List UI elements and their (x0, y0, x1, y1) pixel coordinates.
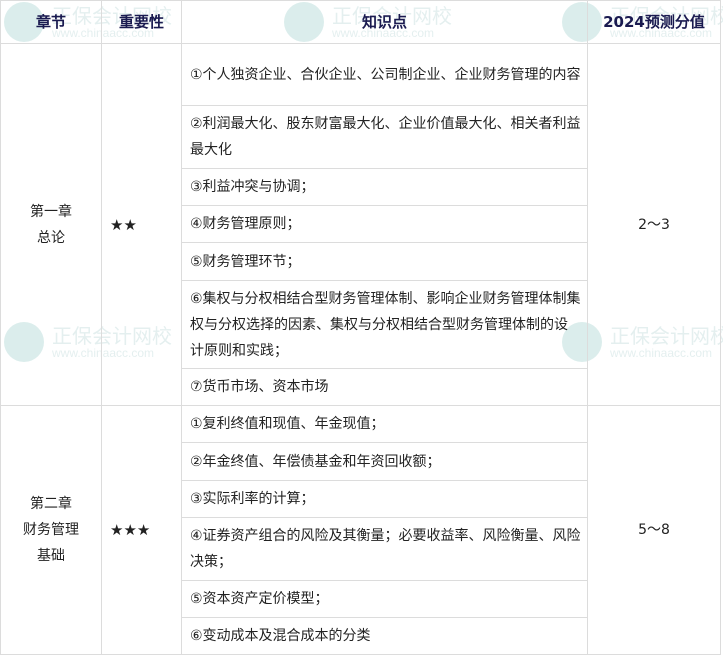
chapter-name-line: 第一章 (30, 203, 72, 220)
chapter-name-line: 财务管理 (23, 522, 79, 538)
knowledge-point: ⑥集权与分权相结合型财务管理体制、影响企业财务管理体制集权与分权选择的因素、集权… (181, 280, 588, 369)
knowledge-point: ①复利终值和现值、年金现值； (181, 405, 588, 443)
knowledge-point: ⑤资本资产定价模型； (181, 580, 588, 618)
knowledge-point: ②利润最大化、股东财富最大化、企业价值最大化、相关者利益最大化 (181, 105, 588, 169)
predicted-score: 2～3 (587, 43, 721, 406)
knowledge-point: ①个人独资企业、合伙企业、公司制企业、企业财务管理的内容 (181, 43, 588, 106)
table-row: 第一章 总论 ★★ ①个人独资企业、合伙企业、公司制企业、企业财务管理的内容 2～3 (0, 43, 721, 406)
knowledge-point: ⑤财务管理环节； (181, 242, 588, 281)
knowledge-point: ④财务管理原则； (181, 205, 588, 243)
table-row: 第二章 财务管理 基础 ★★★ ①复利终值和现值、年金现值； 5～8 (0, 405, 721, 655)
syllabus-table: 章节 重要性 知识点 2024预测分值 第一章 总论 ★★ ①个人独资企业、合伙企业、… (0, 0, 721, 655)
chapter-name-line: 总论 (37, 229, 65, 246)
header-importance: 重要性 (101, 0, 182, 44)
knowledge-point: ③实际利率的计算； (181, 480, 588, 518)
predicted-score: 5～8 (587, 405, 721, 655)
header-row: 章节 重要性 知识点 2024预测分值 (0, 0, 721, 44)
knowledge-point: ③利益冲突与协调； (181, 168, 588, 206)
header-knowledge: 知识点 (181, 0, 588, 44)
chapter-name: 第二章 财务管理 基础 (0, 405, 102, 655)
knowledge-point: ⑦货币市场、资本市场 (181, 368, 588, 406)
importance-stars: ★★★ (101, 405, 182, 655)
knowledge-point: ⑥变动成本及混合成本的分类 (181, 617, 588, 655)
header-chapter: 章节 (0, 0, 102, 44)
chapter-name: 第一章 总论 (0, 43, 102, 406)
knowledge-point: ④证券资产组合的风险及其衡量；必要收益率、风险衡量、风险决策； (181, 517, 588, 581)
knowledge-point: ②年金终值、年偿债基金和年资回收额； (181, 442, 588, 481)
chapter-name-line: 基础 (37, 548, 65, 564)
header-score: 2024预测分值 (587, 0, 721, 44)
importance-stars: ★★ (101, 43, 182, 406)
chapter-name-line: 第二章 (30, 496, 72, 512)
